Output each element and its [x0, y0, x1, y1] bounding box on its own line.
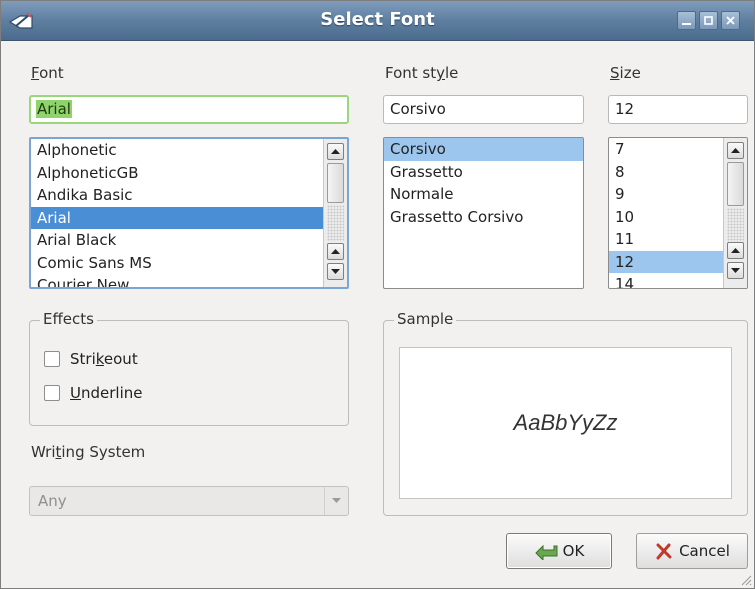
cancel-button[interactable]: Cancel: [636, 533, 748, 569]
font-list-scrollbar[interactable]: [323, 139, 347, 287]
list-item[interactable]: Grassetto: [384, 161, 583, 184]
dropdown-arrow[interactable]: [324, 487, 348, 515]
font-style-list[interactable]: Corsivo Grassetto Normale Grassetto Cors…: [383, 137, 584, 289]
resize-grip-icon[interactable]: [740, 574, 752, 586]
maximize-button[interactable]: [699, 11, 718, 30]
scroll-up-button[interactable]: [327, 143, 344, 160]
minimize-icon: [682, 23, 691, 25]
arrow-up-icon: [331, 249, 340, 254]
strikeout-option[interactable]: Strikeout: [44, 349, 138, 369]
arrow-up-icon: [731, 248, 740, 253]
select-font-dialog: Select Font Font Arial Alphonetic Alphon…: [0, 0, 755, 589]
title-bar[interactable]: Select Font: [1, 1, 754, 41]
close-icon: [726, 16, 735, 25]
list-item[interactable]: Comic Sans MS: [31, 252, 347, 275]
list-item[interactable]: Normale: [384, 183, 583, 206]
font-list[interactable]: Alphonetic AlphoneticGB Andika Basic Ari…: [29, 137, 349, 289]
underline-option[interactable]: Underline: [44, 383, 142, 403]
chevron-down-icon: [332, 498, 341, 503]
writing-system-label: Writing System: [31, 443, 146, 461]
scroll-thumb[interactable]: [727, 162, 744, 206]
window-title: Select Font: [320, 9, 435, 30]
writing-system-select[interactable]: Any: [29, 486, 349, 516]
arrow-up-icon: [731, 148, 740, 153]
strikeout-checkbox[interactable]: [44, 351, 60, 367]
sample-preview: AaBbYyZz: [399, 347, 732, 499]
list-item[interactable]: Arial Black: [31, 229, 347, 252]
close-button[interactable]: [721, 11, 740, 30]
list-item[interactable]: AlphoneticGB: [31, 162, 347, 185]
maximize-icon: [704, 16, 713, 25]
size-label: Size: [610, 64, 641, 82]
scroll-down-button[interactable]: [727, 262, 744, 279]
ok-button[interactable]: OK: [506, 533, 612, 569]
effects-legend: Effects: [40, 310, 97, 328]
list-item[interactable]: Grassetto Corsivo: [384, 206, 583, 229]
sample-text: AaBbYyZz: [513, 410, 618, 435]
list-item[interactable]: Andika Basic: [31, 184, 347, 207]
font-style-label: Font style: [385, 64, 459, 82]
scroll-track[interactable]: [327, 205, 344, 241]
scroll-up-button[interactable]: [727, 242, 744, 259]
list-item-selected[interactable]: Corsivo: [384, 138, 583, 161]
scroll-up-button[interactable]: [727, 142, 744, 159]
sample-legend: Sample: [394, 310, 457, 328]
cancel-x-icon: [656, 543, 672, 560]
size-list-scrollbar[interactable]: [723, 138, 747, 288]
font-name-input[interactable]: Arial: [29, 95, 349, 124]
list-item-selected[interactable]: Arial: [31, 206, 347, 229]
scroll-up-button[interactable]: [327, 243, 344, 260]
minimize-button[interactable]: [677, 11, 696, 30]
font-style-input[interactable]: Corsivo: [383, 95, 584, 124]
ok-arrow-icon: [534, 544, 558, 560]
effects-group: Effects Strikeout Underline: [29, 310, 349, 426]
underline-checkbox[interactable]: [44, 385, 60, 401]
strikeout-label: Strikeout: [70, 350, 138, 368]
scroll-down-button[interactable]: [327, 263, 344, 280]
arrow-down-icon: [731, 268, 740, 273]
size-input[interactable]: 12: [608, 95, 748, 124]
list-item[interactable]: Courier New: [31, 274, 347, 287]
size-list[interactable]: 7 8 9 10 11 12 14: [608, 137, 748, 289]
arrow-down-icon: [331, 269, 340, 274]
scroll-thumb[interactable]: [327, 163, 344, 203]
arrow-up-icon: [331, 149, 340, 154]
list-item[interactable]: Alphonetic: [31, 139, 347, 162]
scroll-track[interactable]: [727, 208, 744, 242]
font-label: Font: [31, 64, 64, 82]
underline-label: Underline: [70, 384, 143, 402]
